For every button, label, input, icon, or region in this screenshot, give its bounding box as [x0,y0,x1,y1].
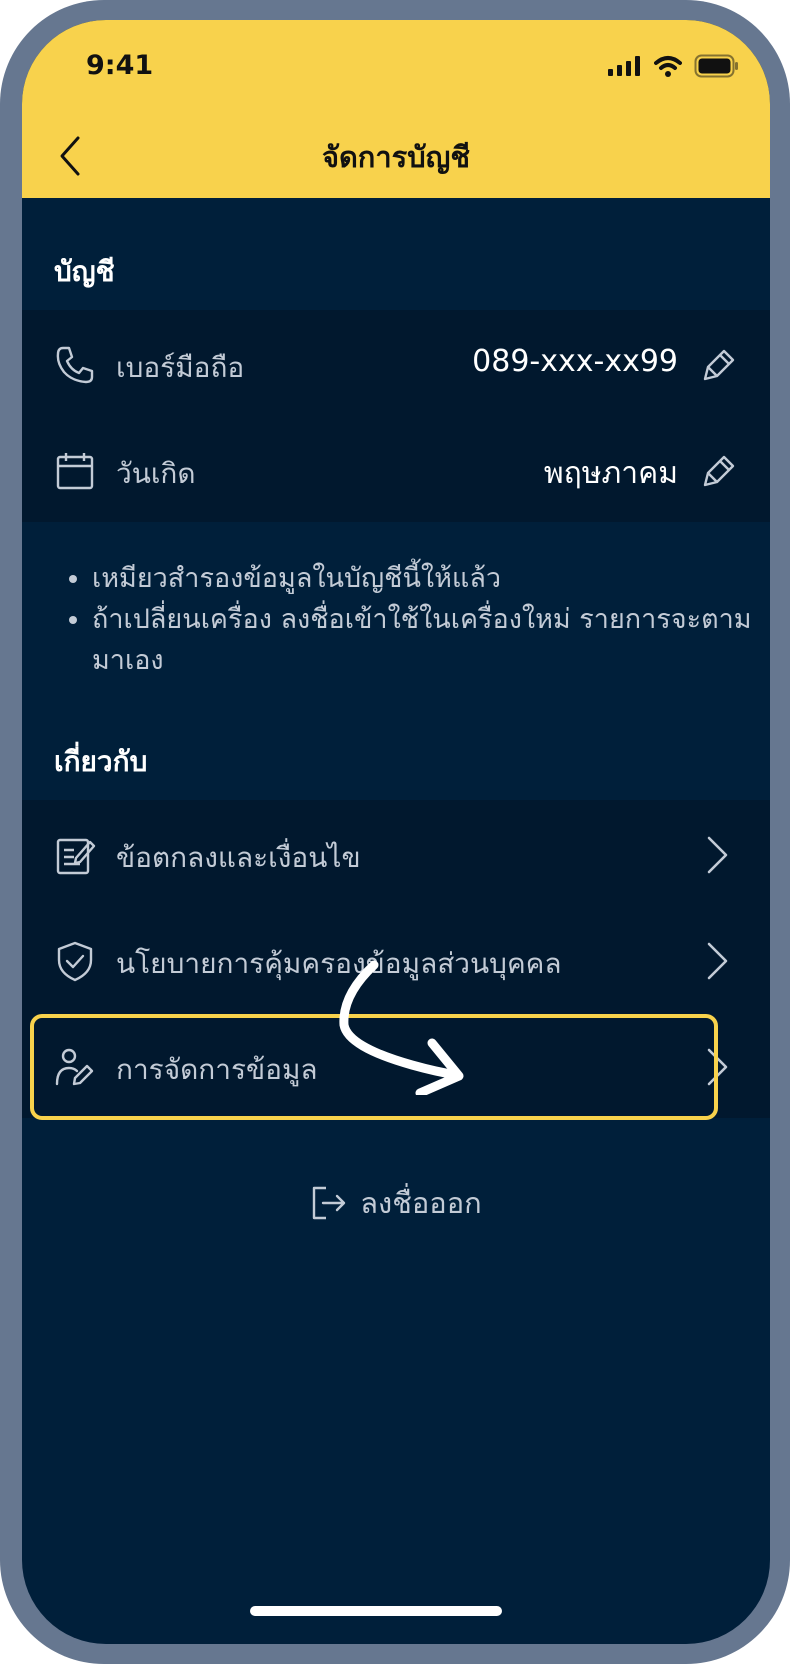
phone-icon [56,346,94,384]
phone-value: 089-xxx-xx99 [472,344,678,379]
logout-icon [313,1186,346,1220]
note-item: ถ้าเปลี่ยนเครื่อง ลงชื่อเข้าใช้ในเครื่อง… [92,599,752,681]
home-indicator[interactable] [250,1606,502,1616]
birthday-value: พฤษภาคม [543,456,678,491]
wifi-icon [654,56,682,77]
shield-check-icon [57,941,93,982]
terms-label: ข้อตกลงและเงื่อนไข [116,841,361,874]
note-item: เหมียวสำรองข้อมูลในบัญชีนี้ให้แล้ว [92,558,752,599]
signal-icon [608,56,640,76]
chevron-right-icon [707,942,728,980]
edit-icon[interactable] [700,346,738,384]
account-card: เบอร์มือถือ 089-xxx-xx99 วันเกิด พฤษภาคม [22,310,770,522]
status-icons [608,54,740,78]
pointer-arrow-icon [339,960,464,1095]
logout-label: ลงชื่อออก [360,1186,482,1220]
page-title: จัดการบัญชี [321,140,471,174]
birthday-label: วันเกิด [116,457,196,490]
section-title-about: เกี่ยวกับ [54,745,148,778]
phone-frame: 9:41 จัดการบัญชี บัญชี เบอร์มือถือ 089-x… [0,0,790,1664]
section-title-account: บัญชี [54,255,115,288]
status-time: 9:41 [86,50,154,81]
phone-label: เบอร์มือถือ [116,351,245,384]
chevron-right-icon [707,836,728,874]
terms-row[interactable]: ข้อตกลงและเงื่อนไข [22,800,770,910]
birthday-row[interactable]: วันเกิด พฤษภาคม [22,416,770,526]
edit-icon[interactable] [700,452,738,490]
header: 9:41 จัดการบัญชี [22,20,770,198]
document-edit-icon [56,838,96,875]
battery-icon [694,54,738,78]
backup-notes: เหมียวสำรองข้อมูลในบัญชีนี้ให้แล้ว ถ้าเป… [64,558,752,681]
phone-row[interactable]: เบอร์มือถือ 089-xxx-xx99 [22,310,770,420]
screen: 9:41 จัดการบัญชี บัญชี เบอร์มือถือ 089-x… [22,20,770,1644]
calendar-icon [56,453,94,490]
logout-button[interactable]: ลงชื่อออก [22,1180,770,1226]
